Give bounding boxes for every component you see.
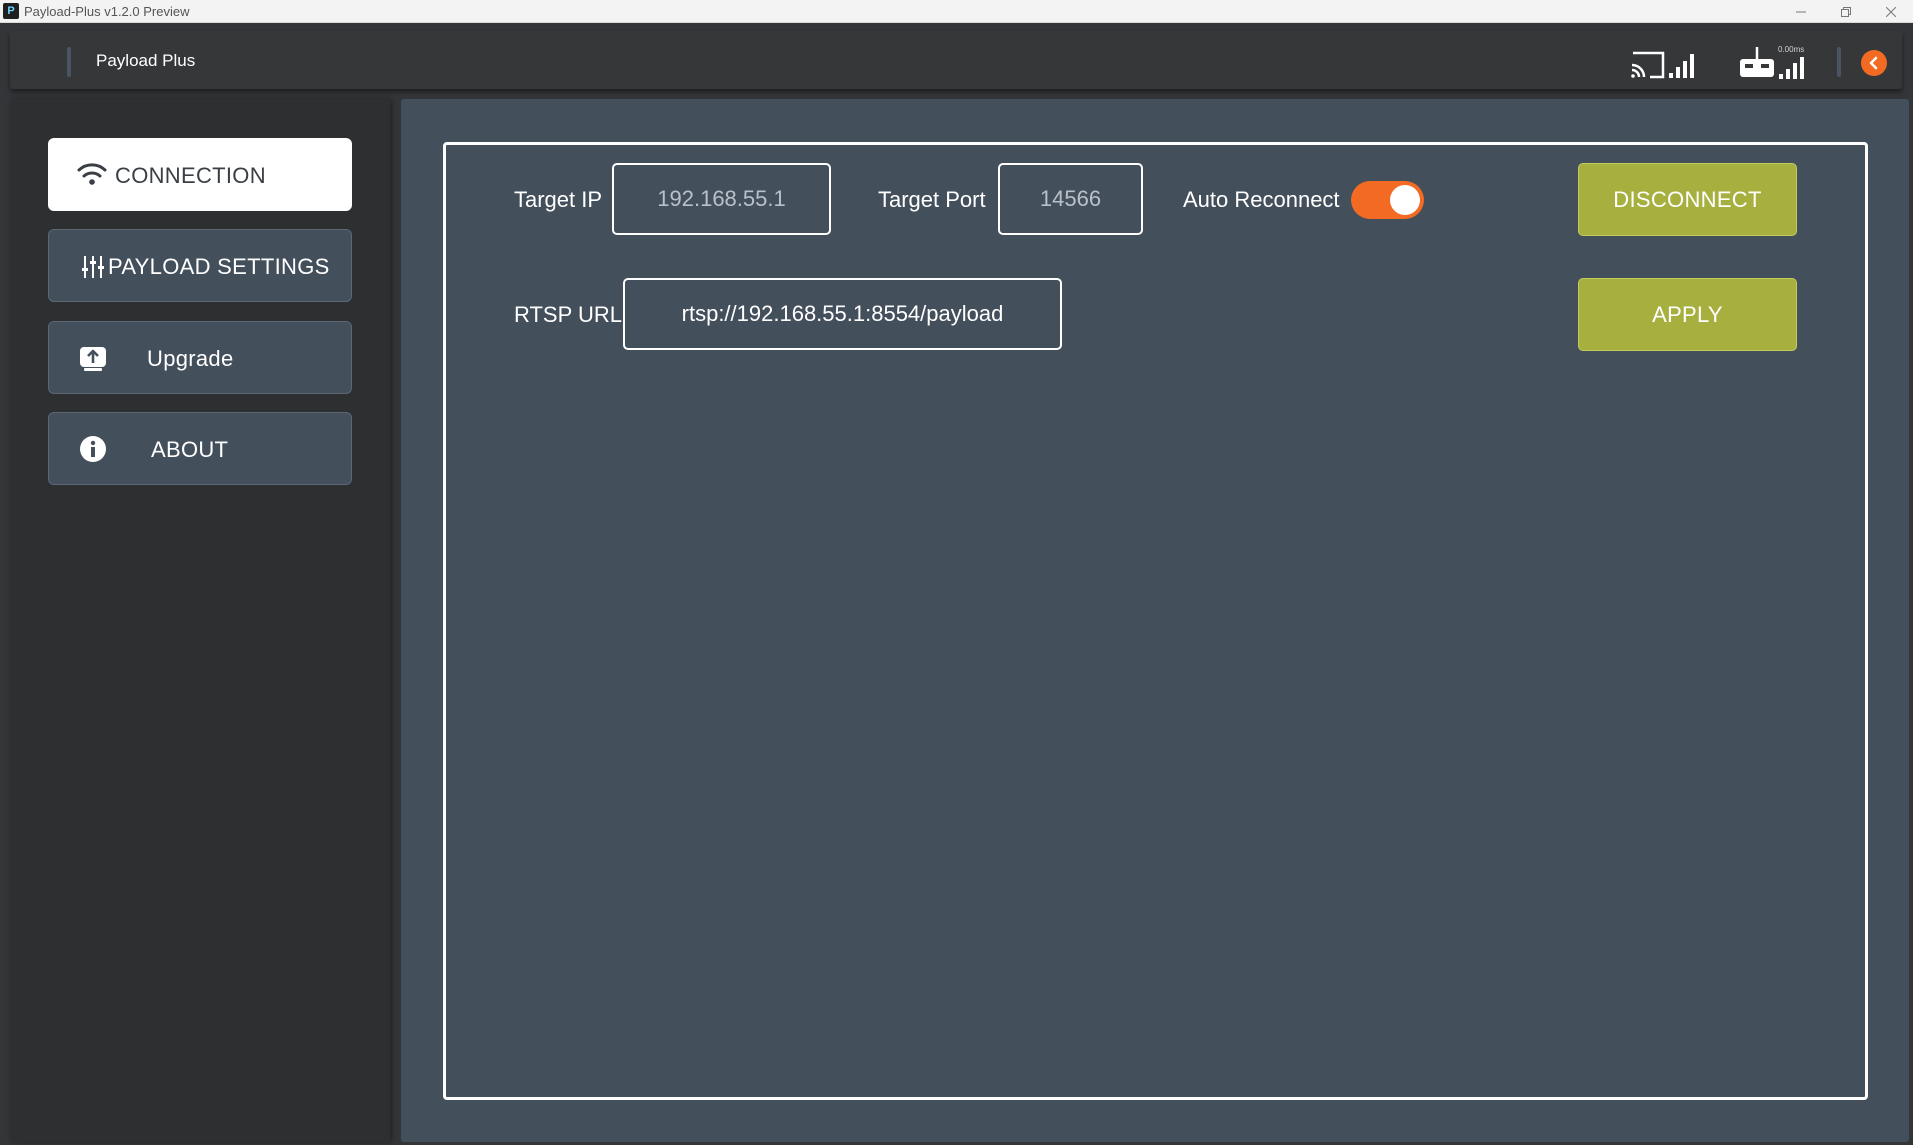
sidebar-item-payload-settings[interactable]: PAYLOAD SETTINGS [48,229,352,302]
target-port-input[interactable]: 14566 [998,163,1143,235]
controller-icon [1740,47,1774,77]
rtsp-url-input[interactable]: rtsp://192.168.55.1:8554/payload [623,278,1062,350]
auto-reconnect-label: Auto Reconnect [1183,187,1340,212]
disconnect-button[interactable]: DISCONNECT [1578,163,1797,236]
header-accent-bar [67,47,71,77]
info-icon [79,435,107,463]
header-divider [1837,47,1841,77]
sidebar-item-label: Upgrade [147,346,234,371]
window-title-bar: P Payload-Plus v1.2.0 Preview [0,0,1913,23]
restore-icon [1840,6,1851,17]
cast-icon [1631,51,1665,79]
minimize-icon [1795,11,1806,12]
back-button[interactable] [1861,50,1887,76]
controller-signal-icon [1779,57,1804,79]
auto-reconnect-toggle[interactable] [1351,181,1424,219]
target-ip-label: Target IP [514,187,603,212]
window-title: Payload-Plus v1.2.0 Preview [24,3,190,19]
sidebar-item-label: CONNECTION [115,163,266,188]
apply-button[interactable]: APPLY [1578,278,1797,351]
app-header: Payload Plus 0.00ms [10,31,1902,89]
latency-readout: 0.00ms [1778,45,1805,54]
sidebar-item-label: ABOUT [151,437,229,462]
header-title: Payload Plus [96,51,196,70]
target-port-label: Target Port [878,187,986,212]
sliders-icon [82,255,104,279]
upload-icon [79,344,107,372]
close-icon [1885,6,1896,17]
restore-button[interactable] [1823,0,1868,23]
app-logo-icon: P [3,3,19,19]
sidebar-item-connection[interactable]: CONNECTION [48,138,352,211]
back-arrow-icon [1869,56,1878,70]
close-button[interactable] [1868,0,1913,23]
minimize-button[interactable] [1778,0,1823,23]
sidebar-item-label: PAYLOAD SETTINGS [108,254,330,279]
sidebar-item-upgrade[interactable]: Upgrade [48,321,352,394]
toggle-knob [1390,185,1420,215]
sidebar-item-about[interactable]: ABOUT [48,412,352,485]
target-ip-input[interactable]: 192.168.55.1 [612,163,831,235]
rtsp-url-label: RTSP URL [514,302,623,327]
sidebar: CONNECTION PAYLOAD SETTINGS Upgrade ABOU… [10,99,390,1142]
wifi-icon [77,161,107,187]
window-controls [1778,0,1913,23]
video-signal-icon [1669,54,1694,78]
